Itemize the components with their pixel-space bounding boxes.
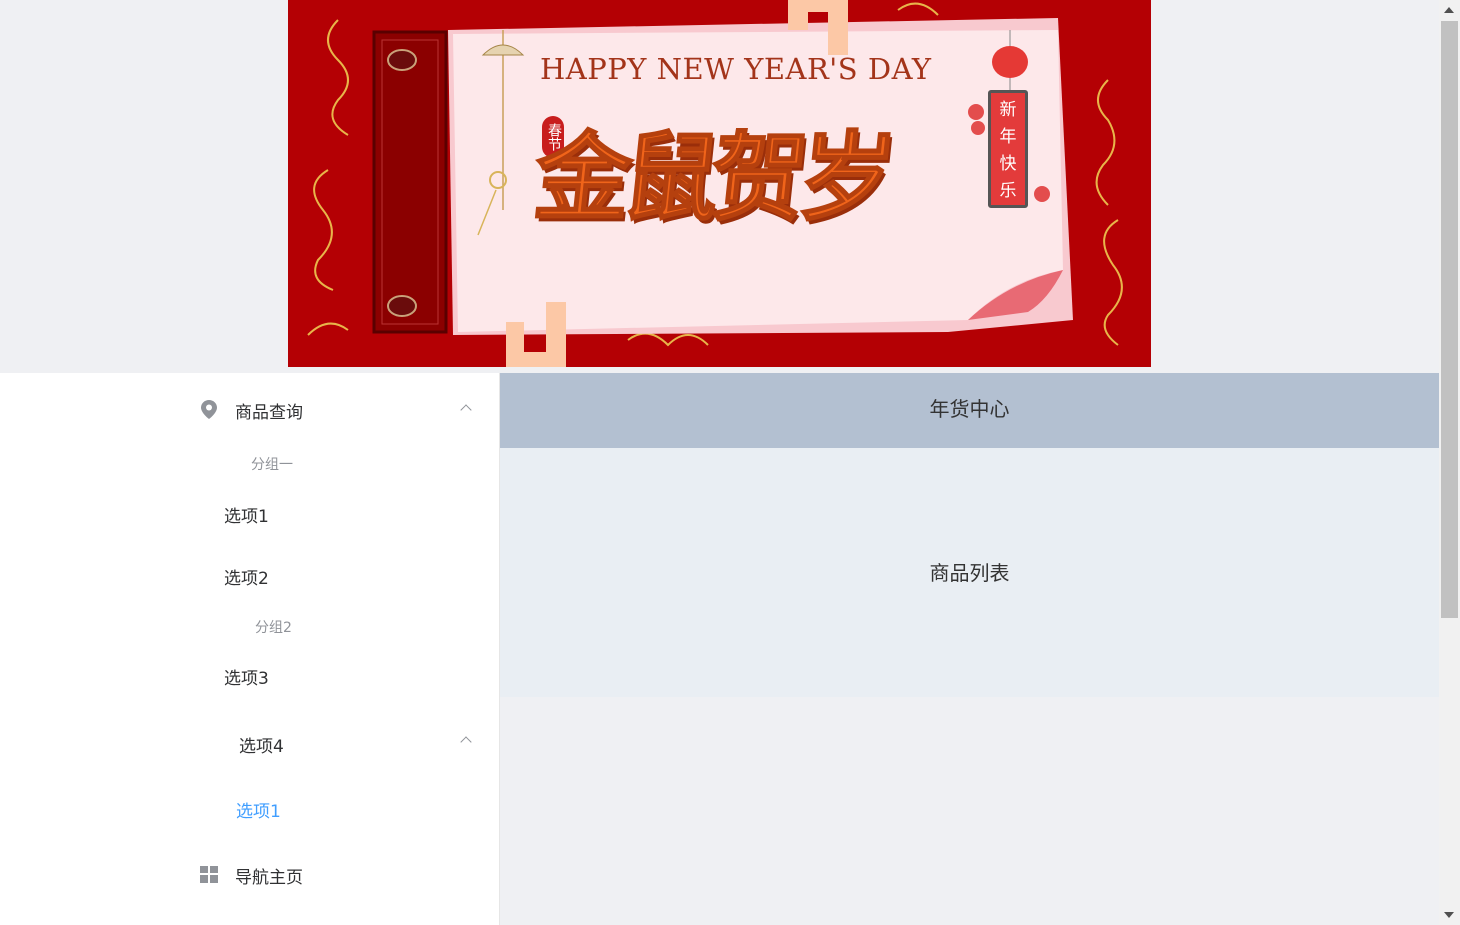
menu-item-label[interactable]: 导航主页 [235, 863, 303, 888]
group-title: 分组2 [255, 620, 292, 636]
new-year-banner: HAPPY NEW YEAR'S DAY 春节 金鼠贺岁 新 年 快 乐 [288, 0, 1151, 367]
greeting-char: 快 [999, 154, 1017, 174]
greeting-char: 新 [999, 100, 1017, 120]
menu-item-option1[interactable]: 选项1 [224, 502, 269, 527]
vertical-scrollbar[interactable] [1439, 0, 1460, 925]
group-title: 分组一 [251, 457, 293, 473]
chevron-up-icon[interactable] [460, 736, 472, 748]
scroll-down-arrow-icon[interactable] [1444, 912, 1454, 918]
scroll-thumb[interactable] [1441, 21, 1458, 618]
location-icon [201, 400, 217, 419]
menu-item-option1-active[interactable]: 选项1 [236, 797, 281, 822]
page-header: 年货中心 [500, 373, 1439, 448]
page: HAPPY NEW YEAR'S DAY 春节 金鼠贺岁 新 年 快 乐 商品查… [0, 0, 1460, 925]
submenu-title[interactable]: 商品查询 [235, 398, 303, 423]
chevron-up-icon[interactable] [460, 404, 472, 416]
scroll-up-arrow-icon[interactable] [1444, 7, 1454, 13]
menu-item-option2[interactable]: 选项2 [224, 564, 269, 589]
sidebar-menu: 商品查询 分组一 选项1 选项2 分组2 选项3 选项4 选项1 导航主页 [0, 373, 500, 925]
banner-main-title: 金鼠贺岁 [528, 120, 894, 235]
greeting-char: 年 [999, 127, 1017, 147]
header-title: 年货中心 [929, 397, 1010, 421]
banner-headline: HAPPY NEW YEAR'S DAY [540, 52, 932, 86]
banner-vertical-greeting: 新 年 快 乐 [988, 90, 1028, 208]
menu-grid-icon [200, 866, 218, 883]
menu-item-option3[interactable]: 选项3 [224, 664, 269, 689]
greeting-char: 乐 [999, 181, 1017, 201]
submenu-title[interactable]: 选项4 [239, 732, 284, 757]
main-content-text: 商品列表 [929, 561, 1010, 585]
main-content: 商品列表 [500, 448, 1439, 697]
